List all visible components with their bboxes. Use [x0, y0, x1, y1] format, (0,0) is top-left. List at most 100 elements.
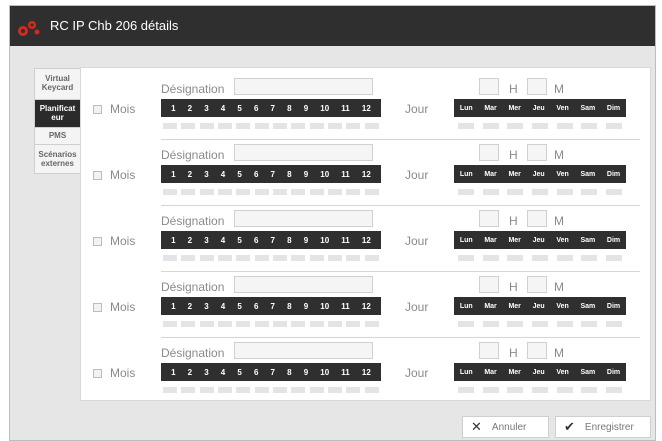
- mois-checkbox[interactable]: [93, 303, 102, 312]
- day-toggle-ven[interactable]: Ven: [556, 171, 568, 178]
- day-toggle-dim[interactable]: Dim: [607, 171, 620, 178]
- month-toggle-4[interactable]: 4: [221, 104, 225, 113]
- month-toggle-7[interactable]: 7: [271, 104, 275, 113]
- month-toggle-8[interactable]: 8: [287, 302, 291, 311]
- month-toggle-11[interactable]: 11: [341, 302, 349, 311]
- day-toggle-ven[interactable]: Ven: [556, 369, 568, 376]
- day-toggle-mer[interactable]: Mer: [508, 105, 520, 112]
- month-toggle-5[interactable]: 5: [237, 236, 241, 245]
- month-toggle-1[interactable]: 1: [171, 302, 175, 311]
- mois-checkbox[interactable]: [93, 171, 102, 180]
- month-toggle-9[interactable]: 9: [304, 302, 308, 311]
- month-toggle-12[interactable]: 12: [362, 104, 371, 113]
- tab-virtual-keycard[interactable]: Virtual Keycard: [34, 68, 81, 99]
- month-toggle-2[interactable]: 2: [188, 368, 192, 377]
- month-toggle-10[interactable]: 10: [320, 368, 329, 377]
- day-toggle-dim[interactable]: Dim: [607, 105, 620, 112]
- day-toggle-ven[interactable]: Ven: [556, 303, 568, 310]
- month-toggle-9[interactable]: 9: [304, 170, 308, 179]
- day-toggle-sam[interactable]: Sam: [580, 237, 595, 244]
- month-toggle-3[interactable]: 3: [204, 170, 208, 179]
- month-toggle-4[interactable]: 4: [221, 236, 225, 245]
- month-toggle-9[interactable]: 9: [304, 236, 308, 245]
- day-toggle-mar[interactable]: Mar: [484, 237, 496, 244]
- designation-input[interactable]: [234, 342, 373, 359]
- month-toggle-3[interactable]: 3: [204, 104, 208, 113]
- month-toggle-12[interactable]: 12: [362, 236, 371, 245]
- month-toggle-12[interactable]: 12: [362, 170, 371, 179]
- month-toggle-10[interactable]: 10: [320, 302, 329, 311]
- mois-checkbox[interactable]: [93, 105, 102, 114]
- designation-input[interactable]: [234, 276, 373, 293]
- month-toggle-6[interactable]: 6: [254, 302, 258, 311]
- month-toggle-8[interactable]: 8: [287, 236, 291, 245]
- minute-input[interactable]: [527, 342, 547, 359]
- day-toggle-dim[interactable]: Dim: [607, 237, 620, 244]
- month-toggle-12[interactable]: 12: [362, 302, 371, 311]
- month-toggle-1[interactable]: 1: [171, 104, 175, 113]
- save-button[interactable]: ✔ Enregistrer: [555, 416, 651, 438]
- month-toggle-7[interactable]: 7: [271, 170, 275, 179]
- hour-input[interactable]: [479, 342, 499, 359]
- month-toggle-9[interactable]: 9: [304, 104, 308, 113]
- month-toggle-5[interactable]: 5: [237, 302, 241, 311]
- day-toggle-ven[interactable]: Ven: [556, 237, 568, 244]
- day-toggle-mar[interactable]: Mar: [484, 303, 496, 310]
- month-toggle-3[interactable]: 3: [204, 302, 208, 311]
- hour-input[interactable]: [479, 210, 499, 227]
- month-toggle-5[interactable]: 5: [237, 368, 241, 377]
- month-toggle-11[interactable]: 11: [341, 236, 349, 245]
- day-toggle-mar[interactable]: Mar: [484, 171, 496, 178]
- month-toggle-2[interactable]: 2: [188, 104, 192, 113]
- month-toggle-11[interactable]: 11: [341, 170, 349, 179]
- month-toggle-6[interactable]: 6: [254, 104, 258, 113]
- day-toggle-dim[interactable]: Dim: [607, 369, 620, 376]
- month-toggle-11[interactable]: 11: [341, 368, 349, 377]
- minute-input[interactable]: [527, 78, 547, 95]
- month-toggle-8[interactable]: 8: [287, 170, 291, 179]
- month-toggle-1[interactable]: 1: [171, 368, 175, 377]
- cancel-button[interactable]: ✕ Annuler: [462, 416, 549, 438]
- month-toggle-3[interactable]: 3: [204, 368, 208, 377]
- day-toggle-sam[interactable]: Sam: [580, 303, 595, 310]
- hour-input[interactable]: [479, 144, 499, 161]
- day-toggle-sam[interactable]: Sam: [580, 369, 595, 376]
- month-toggle-5[interactable]: 5: [237, 104, 241, 113]
- hour-input[interactable]: [479, 276, 499, 293]
- month-toggle-8[interactable]: 8: [287, 368, 291, 377]
- day-toggle-lun[interactable]: Lun: [460, 105, 473, 112]
- month-toggle-6[interactable]: 6: [254, 368, 258, 377]
- day-toggle-lun[interactable]: Lun: [460, 303, 473, 310]
- month-toggle-7[interactable]: 7: [271, 368, 275, 377]
- day-toggle-lun[interactable]: Lun: [460, 237, 473, 244]
- day-toggle-lun[interactable]: Lun: [460, 171, 473, 178]
- day-toggle-mer[interactable]: Mer: [508, 369, 520, 376]
- designation-input[interactable]: [234, 210, 373, 227]
- month-toggle-4[interactable]: 4: [221, 170, 225, 179]
- month-toggle-1[interactable]: 1: [171, 170, 175, 179]
- tab-pms[interactable]: PMS: [34, 127, 81, 144]
- month-toggle-2[interactable]: 2: [188, 170, 192, 179]
- month-toggle-2[interactable]: 2: [188, 236, 192, 245]
- month-toggle-10[interactable]: 10: [320, 104, 329, 113]
- month-toggle-7[interactable]: 7: [271, 236, 275, 245]
- mois-checkbox[interactable]: [93, 369, 102, 378]
- day-toggle-lun[interactable]: Lun: [460, 369, 473, 376]
- month-toggle-4[interactable]: 4: [221, 368, 225, 377]
- month-toggle-2[interactable]: 2: [188, 302, 192, 311]
- day-toggle-jeu[interactable]: Jeu: [533, 303, 545, 310]
- day-toggle-jeu[interactable]: Jeu: [533, 105, 545, 112]
- day-toggle-mer[interactable]: Mer: [508, 303, 520, 310]
- month-toggle-5[interactable]: 5: [237, 170, 241, 179]
- mois-checkbox[interactable]: [93, 237, 102, 246]
- month-toggle-10[interactable]: 10: [320, 170, 329, 179]
- month-toggle-12[interactable]: 12: [362, 368, 371, 377]
- day-toggle-mar[interactable]: Mar: [484, 369, 496, 376]
- day-toggle-mar[interactable]: Mar: [484, 105, 496, 112]
- month-toggle-8[interactable]: 8: [287, 104, 291, 113]
- day-toggle-sam[interactable]: Sam: [580, 105, 595, 112]
- month-toggle-9[interactable]: 9: [304, 368, 308, 377]
- hour-input[interactable]: [479, 78, 499, 95]
- day-toggle-dim[interactable]: Dim: [607, 303, 620, 310]
- minute-input[interactable]: [527, 144, 547, 161]
